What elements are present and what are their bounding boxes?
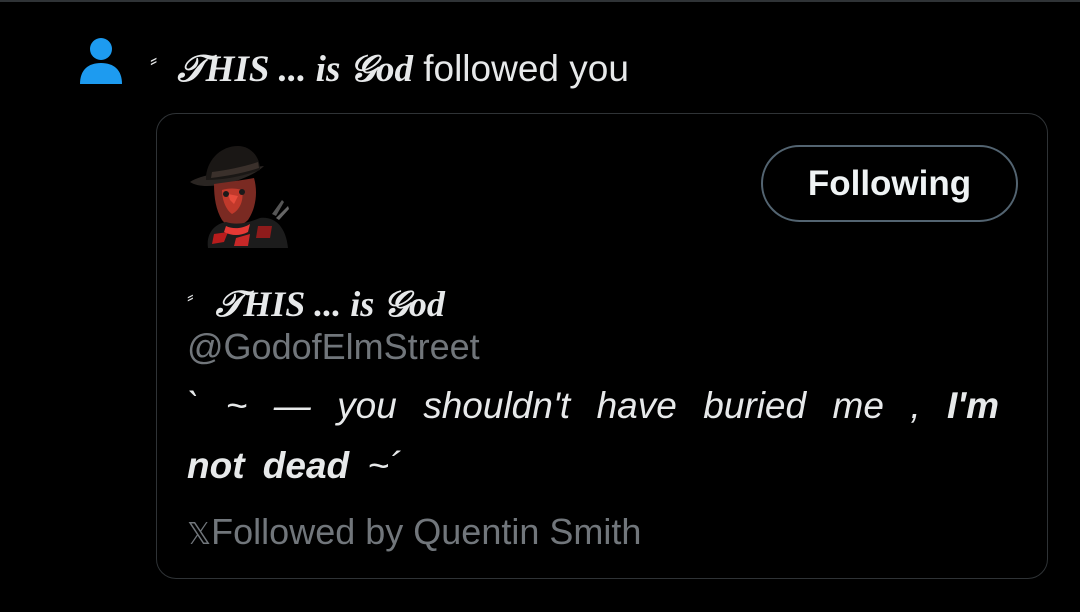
display-name[interactable]: ⸗ 𝒯HIS ... is 𝒢od: [187, 274, 445, 326]
followed-by-line[interactable]: 𝕏Followed by Quentin Smith: [187, 510, 641, 557]
followed-by-text: Followed by Quentin Smith: [211, 511, 642, 552]
x-logo-icon: 𝕏: [187, 517, 212, 552]
user-bio: ` ~ — you shouldn't have buried me , I'm…: [187, 376, 999, 496]
follower-name-link[interactable]: 𝒯HIS ... is 𝒢od: [177, 49, 413, 90]
bio-text: ` ~ — you shouldn't have buried me ,: [187, 385, 948, 426]
notification-action: followed you: [412, 48, 629, 89]
user-card[interactable]: Following ⸗ 𝒯HIS ... is 𝒢od @GodofElmStre…: [156, 113, 1048, 579]
top-divider: [0, 0, 1080, 2]
person-icon: [80, 38, 122, 84]
name-decoration: ⸗: [150, 48, 158, 73]
freddy-krueger-avatar[interactable]: [188, 142, 290, 248]
user-handle[interactable]: @GodofElmStreet: [187, 325, 480, 369]
following-button[interactable]: Following: [761, 145, 1018, 222]
bio-text-end: ~´: [349, 445, 402, 486]
name-decoration: ⸗: [187, 284, 194, 308]
notification-text: ⸗ 𝒯HIS ... is 𝒢od followed you: [150, 38, 629, 93]
display-name-text[interactable]: 𝒯HIS ... is 𝒢od: [216, 284, 445, 324]
